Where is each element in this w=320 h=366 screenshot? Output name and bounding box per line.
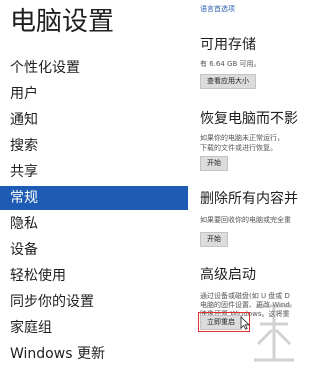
sidebar-item-notifications[interactable]: 通知 [0, 108, 188, 132]
storage-title: 可用存储 [200, 37, 256, 53]
reset-text: 如果要回收你的电脑或完全重 [200, 216, 291, 224]
sidebar-item-personalization[interactable]: 个性化设置 [0, 56, 188, 80]
storage-text: 有 6.64 GB 可用。 [200, 60, 261, 68]
sidebar-item-share[interactable]: 共享 [0, 160, 188, 184]
sidebar-item-privacy[interactable]: 隐私 [0, 212, 188, 236]
reset-title: 删除所有内容并 [200, 191, 298, 207]
sidebar-item-sync-settings[interactable]: 同步你的设置 [0, 290, 188, 314]
app-title: 电脑设置 [10, 7, 115, 37]
advanced-startup-title: 高级启动 [200, 267, 256, 283]
watermark-logo [254, 304, 294, 362]
refresh-text-line2: 下载的文件或进行恢复。 [200, 144, 277, 152]
sidebar-item-search[interactable]: 搜索 [0, 134, 188, 158]
sidebar-item-devices[interactable]: 设备 [0, 238, 188, 262]
mouse-pointer-icon [240, 316, 250, 330]
sidebar-item-homegroup[interactable]: 家庭组 [0, 316, 188, 340]
refresh-text-line1: 如果你的电脑未正常运行， [200, 134, 284, 142]
refresh-title: 恢复电脑而不影 [200, 111, 298, 127]
reset-start-button[interactable]: 开始 [200, 232, 228, 247]
language-preferences-link[interactable]: 语言首选项 [200, 4, 235, 14]
view-app-sizes-button[interactable]: 查看应用大小 [200, 74, 256, 89]
sidebar-item-windows-update[interactable]: Windows 更新 [0, 342, 188, 366]
sidebar-item-general[interactable]: 常规 [0, 186, 188, 210]
refresh-start-button[interactable]: 开始 [200, 156, 228, 171]
sidebar-item-users[interactable]: 用户 [0, 82, 188, 106]
sidebar-item-ease-of-access[interactable]: 轻松使用 [0, 264, 188, 288]
sidebar: 电脑设置 个性化设置 用户 通知 搜索 共享 常规 隐私 设备 轻松使用 同步你… [0, 0, 188, 366]
